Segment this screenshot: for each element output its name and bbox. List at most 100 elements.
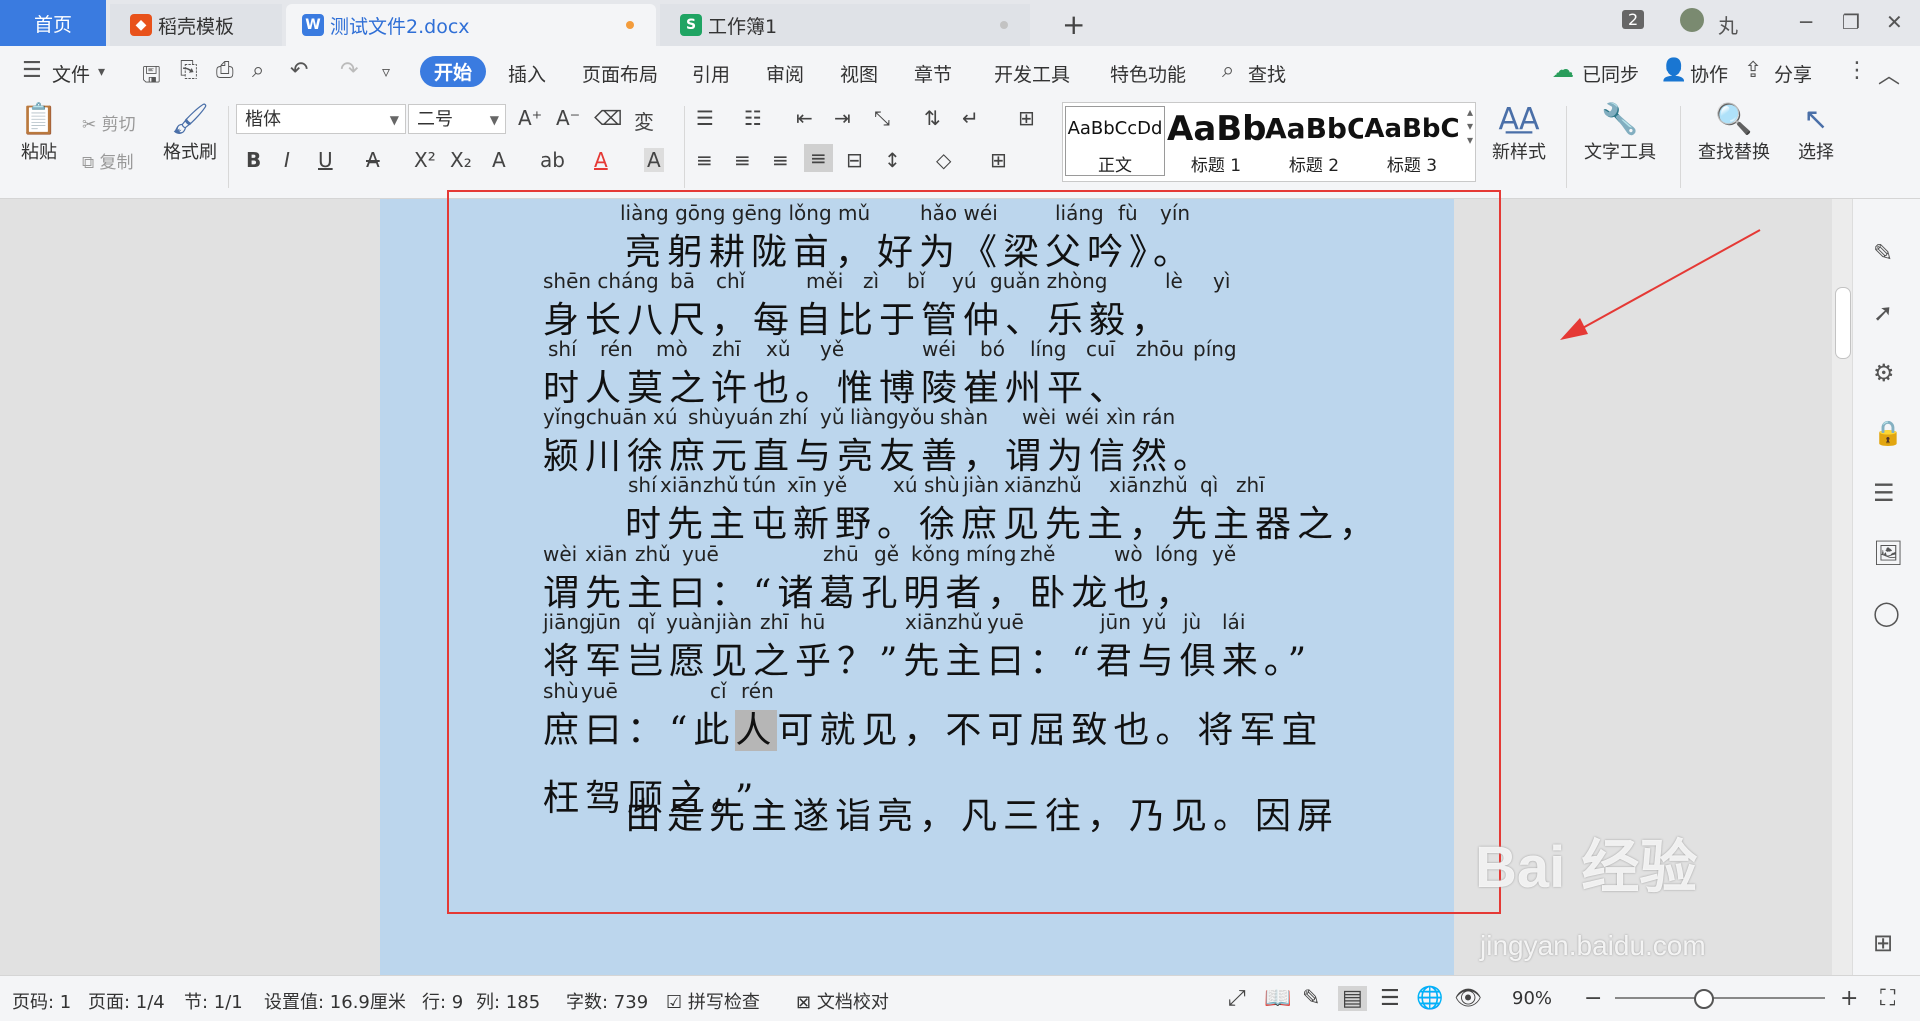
justify-icon[interactable]: ≡: [804, 144, 833, 172]
restore-icon[interactable]: ❐: [1842, 10, 1860, 34]
document-page[interactable]: liàng gōng gēng lǒng mǔ hǎo wéi liáng fù yín…: [380, 199, 1454, 975]
document-line[interactable]: shí rén mò zhī xǔ yě wéi bó líng cuī zhōu píng 时人莫之许…: [380, 337, 1454, 409]
lock-icon[interactable]: 🔒: [1873, 419, 1903, 447]
menu-review[interactable]: 审阅: [766, 60, 804, 87]
menu-file[interactable]: 文件: [52, 60, 90, 87]
underline-icon[interactable]: U: [318, 148, 333, 172]
user-name[interactable]: 丸: [1718, 10, 1738, 39]
find-replace-button[interactable]: 🔍 查找替换: [1690, 102, 1778, 164]
strikethrough-icon[interactable]: A: [366, 148, 380, 172]
synced-label[interactable]: 已同步: [1582, 60, 1639, 87]
style-heading1[interactable]: AaBb 标题 1: [1167, 107, 1265, 176]
text-direction-icon[interactable]: ⤡: [874, 106, 890, 130]
style-heading2[interactable]: AaBbC 标题 2: [1265, 107, 1363, 176]
new-style-button[interactable]: A͟A 新样式: [1482, 102, 1556, 164]
document-line[interactable]: jiāng jūn qǐ yuàn jiàn zhī hū xiān zhǔ yuē jūn yǔ jù…: [380, 610, 1454, 682]
outline-icon[interactable]: ☰: [1873, 479, 1895, 507]
borders-icon[interactable]: ⊞: [990, 148, 1007, 172]
document-line[interactable]: 由是先主遂诣亮，凡三往，乃见。因屏: [380, 785, 1454, 855]
minimize-icon[interactable]: ─: [1800, 10, 1812, 34]
zoom-out-icon[interactable]: −: [1584, 986, 1602, 1011]
tab-workbook[interactable]: S 工作簿1: [660, 4, 1030, 46]
select-button[interactable]: ↖ 选择: [1786, 102, 1846, 164]
highlight-icon[interactable]: ab: [540, 148, 565, 172]
status-word-count[interactable]: 字数: 739: [566, 988, 648, 1014]
paste-button[interactable]: 📋 粘贴: [14, 102, 64, 164]
menu-special[interactable]: 特色功能: [1110, 60, 1186, 87]
fullscreen-icon[interactable]: ⤢: [1228, 986, 1246, 1011]
status-section[interactable]: 节: 1/1: [184, 988, 243, 1014]
undo-icon[interactable]: ↶: [290, 58, 308, 83]
scrollbar-thumb[interactable]: [1835, 287, 1851, 359]
proofread-button[interactable]: ⊠ 文档校对: [796, 988, 889, 1014]
shading-icon[interactable]: ◇: [936, 148, 951, 172]
document-line[interactable]: yǐngchuān xú shù yuán zhí yǔ liàng yǒu shàn wèi wé…: [380, 405, 1454, 477]
document-line[interactable]: wèi xiān zhǔ yuē zhū gě kǒng míng zhě wò lóng yě 谓先主…: [380, 542, 1454, 614]
style-normal[interactable]: AaBbCcDd 正文: [1065, 106, 1165, 176]
page-view-icon[interactable]: ▤: [1338, 986, 1367, 1011]
shrink-font-icon[interactable]: A⁻: [556, 106, 580, 130]
menu-view[interactable]: 视图: [840, 60, 878, 87]
read-mode-icon[interactable]: 📖: [1264, 986, 1291, 1011]
zoom-slider-knob[interactable]: [1694, 989, 1714, 1009]
eye-protect-icon[interactable]: 👁: [1454, 986, 1482, 1011]
avatar[interactable]: [1680, 8, 1704, 32]
zoom-level[interactable]: 90%: [1512, 988, 1552, 1009]
status-row[interactable]: 行: 9: [422, 988, 463, 1014]
menu-page-layout[interactable]: 页面布局: [582, 60, 658, 87]
bold-icon[interactable]: B: [246, 148, 261, 172]
tab-document[interactable]: W 测试文件2.docx: [286, 4, 656, 46]
chevron-down-icon[interactable]: ▾: [98, 64, 105, 80]
web-view-icon[interactable]: 🌐: [1416, 986, 1443, 1011]
hamburger-icon[interactable]: ☰: [22, 58, 42, 83]
outline-view-icon[interactable]: ☰: [1380, 986, 1400, 1011]
menu-chapter[interactable]: 章节: [914, 60, 952, 87]
menu-search[interactable]: 查找: [1248, 60, 1286, 87]
bullet-list-icon[interactable]: ☰: [696, 106, 714, 130]
window-count-badge[interactable]: 2: [1622, 10, 1645, 29]
status-setting[interactable]: 设置值: 16.9厘米: [264, 988, 406, 1014]
menu-developer[interactable]: 开发工具: [994, 60, 1070, 87]
font-color-icon[interactable]: A: [594, 148, 608, 172]
new-tab-plus-icon[interactable]: +: [1062, 8, 1085, 41]
copy-button[interactable]: ⧉ 复制: [82, 148, 134, 173]
pointer-icon[interactable]: ➚: [1873, 299, 1893, 327]
print-preview-icon[interactable]: ⌕: [252, 58, 264, 83]
document-line[interactable]: shí xiān zhǔ tún xīn yě xú shù jiàn xiān zhǔ xiān zh…: [380, 473, 1454, 545]
vertical-scrollbar[interactable]: [1832, 199, 1852, 975]
settings-sliders-icon[interactable]: ⚙: [1873, 359, 1895, 387]
chinese-text[interactable]: 亮躬耕陇亩，好为《梁父吟》。: [625, 223, 1195, 275]
close-icon[interactable]: ✕: [1886, 10, 1903, 34]
write-mode-icon[interactable]: ✎: [1302, 986, 1320, 1011]
status-col[interactable]: 列: 185: [476, 988, 540, 1014]
sort-icon[interactable]: ⇅: [924, 106, 941, 130]
phonetic-icon[interactable]: 変: [634, 106, 654, 135]
font-size-select[interactable]: 二号 ▼: [408, 104, 506, 134]
italic-icon[interactable]: I: [284, 148, 290, 172]
line-break-icon[interactable]: ↵: [962, 106, 979, 130]
font-family-select[interactable]: 楷体 ▼: [236, 104, 406, 134]
export-icon[interactable]: ⎘: [180, 58, 198, 83]
menu-start[interactable]: 开始: [420, 56, 487, 87]
chinese-text[interactable]: 颍川徐庶元直与亮友善，谓为信然。: [543, 427, 1215, 479]
style-scroll-icon[interactable]: ▴ ▾ ▾: [1467, 105, 1473, 147]
comment-icon[interactable]: ◯: [1873, 599, 1900, 627]
align-center-icon[interactable]: ≡: [734, 148, 751, 172]
subscript-icon[interactable]: X₂: [450, 148, 472, 172]
align-left-icon[interactable]: ≡: [696, 148, 713, 172]
decrease-indent-icon[interactable]: ⇤: [796, 106, 813, 130]
cut-button[interactable]: ✂ 剪切: [82, 110, 136, 135]
image-icon[interactable]: 🖼: [1873, 539, 1903, 567]
zoom-slider[interactable]: [1615, 997, 1825, 999]
distribute-icon[interactable]: ⊟: [846, 148, 863, 172]
chinese-text[interactable]: 时人莫之许也。惟博陵崔州平、: [543, 359, 1131, 411]
customize-icon[interactable]: ▿: [382, 62, 390, 81]
style-heading3[interactable]: AaBbC 标题 3: [1363, 107, 1461, 176]
chinese-text[interactable]: 由是先主遂诣亮，凡三往，乃见。因屏: [625, 787, 1339, 839]
collab-button[interactable]: 协作: [1690, 60, 1728, 87]
char-shading-icon[interactable]: A: [644, 148, 664, 172]
redo-icon[interactable]: ↷: [340, 58, 358, 83]
fit-window-icon[interactable]: ⛶: [1880, 986, 1895, 1011]
align-right-icon[interactable]: ≡: [772, 148, 789, 172]
zoom-in-icon[interactable]: +: [1840, 986, 1858, 1011]
